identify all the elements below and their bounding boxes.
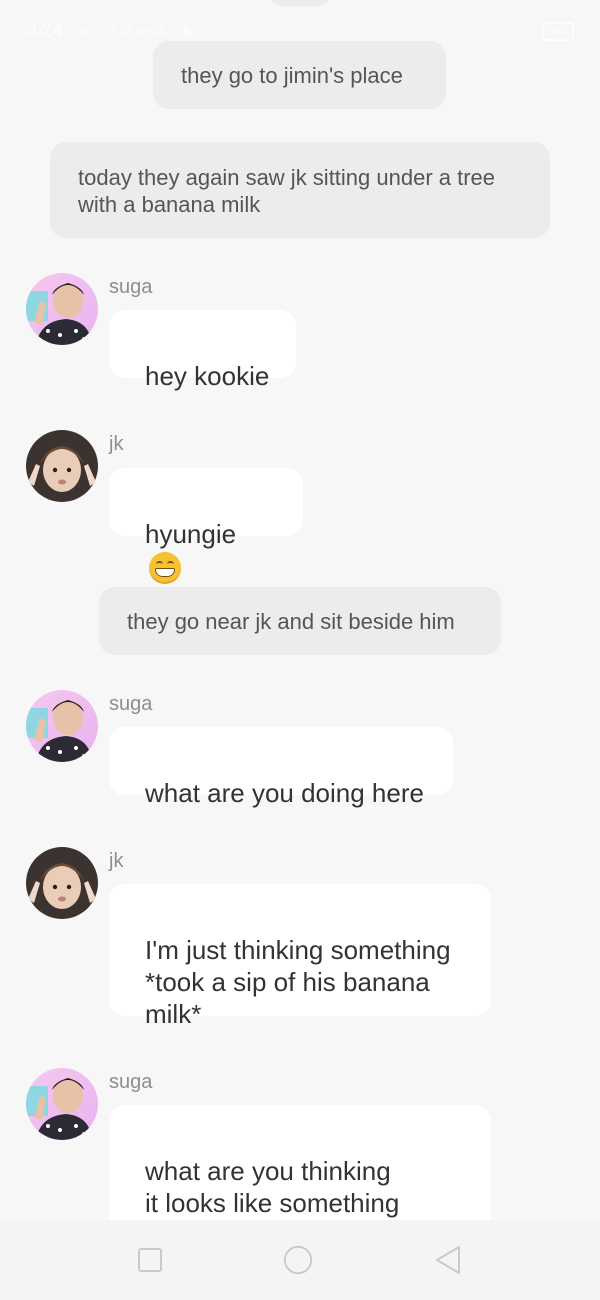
chat-bubble: what are you thinking it looks like some… (109, 1105, 491, 1250)
message-text: hey kookie (145, 361, 270, 391)
grinning-face-emoji (149, 552, 181, 585)
data-speed: 3.16 KB/S (108, 23, 167, 39)
narration-text: today they again saw jk sitting under a … (78, 165, 496, 217)
avatar-jk-image (26, 847, 98, 919)
sender-name: jk (109, 433, 124, 455)
avatar-suga[interactable] (26, 690, 98, 762)
message-text: what are you doing here (145, 778, 424, 808)
narration-text: they go near jk and sit beside him (127, 609, 455, 634)
narration-bubble: today they again saw jk sitting under a … (50, 142, 550, 238)
sender-name: suga (109, 276, 153, 298)
battery-icon: 56 (542, 21, 574, 41)
battery-level: 56 (552, 25, 564, 37)
chat-bubble: what are you doing here (109, 727, 453, 808)
previous-message-edge (270, 0, 330, 6)
narration-text: they go to jimin's place (181, 63, 403, 88)
back-icon[interactable] (432, 1244, 464, 1276)
vpn-icon: ◉ (180, 23, 193, 38)
avatar-jk[interactable] (26, 847, 98, 919)
status-time: 3:24 (26, 20, 63, 41)
avatar-suga-image (26, 1068, 98, 1140)
status-left: 3:24 4G 3.16 KB/S ◉ (26, 20, 192, 42)
chat-screen: 3:24 4G 3.16 KB/S ◉ 56 they go to jimin'… (0, 0, 600, 1300)
chat-bubble: I'm just thinking something *took a sip … (109, 884, 491, 1029)
avatar-suga-image (26, 690, 98, 762)
navigation-bar (0, 1220, 600, 1300)
signal-icon: 4G (76, 23, 95, 39)
sender-name: suga (109, 1071, 153, 1093)
avatar-jk[interactable] (26, 430, 98, 502)
avatar-suga-image (26, 273, 98, 345)
sender-name: suga (109, 693, 153, 715)
avatar-jk-image (26, 430, 98, 502)
message-text: hyungie (145, 519, 237, 549)
avatar-suga[interactable] (26, 273, 98, 345)
message-text: I'm just thinking something *took a sip … (145, 935, 451, 1029)
sender-name: jk (109, 850, 124, 872)
chat-bubble: hey kookie (109, 310, 296, 391)
home-icon[interactable] (282, 1244, 314, 1276)
chat-bubble: hyungie (109, 468, 303, 585)
narration-bubble: they go near jk and sit beside him (99, 587, 501, 655)
avatar-suga[interactable] (26, 1068, 98, 1140)
recent-apps-icon[interactable] (134, 1244, 166, 1276)
narration-bubble: they go to jimin's place (153, 41, 446, 109)
